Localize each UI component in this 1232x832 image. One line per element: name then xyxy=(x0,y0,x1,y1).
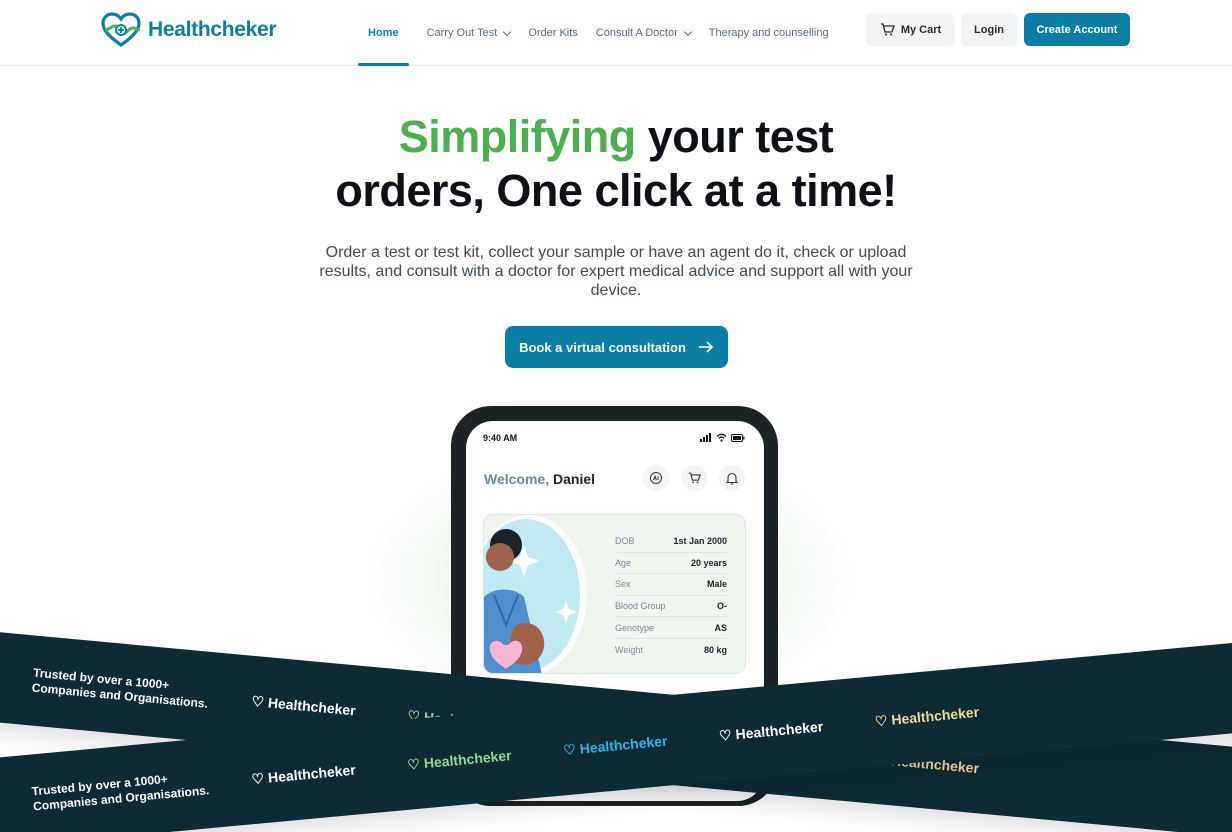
nav-carry-out-test-label: Carry Out Test xyxy=(426,27,498,39)
nav-order-kits-label: Order Kits xyxy=(528,27,578,39)
user-name: Daniel xyxy=(553,471,596,487)
hero-subtitle: Order a test or test kit, collect your s… xyxy=(319,244,913,299)
book-consultation-label: Book a virtual consultation xyxy=(519,339,686,355)
chevron-down-icon xyxy=(683,27,692,36)
welcome-prefix: Welcome, xyxy=(484,471,550,487)
profile-row-genotype: Genotype AS xyxy=(615,617,727,639)
heart-logo-icon: ♡ xyxy=(250,769,265,787)
partner-logo-name: Healthcheker xyxy=(734,718,824,743)
nav-home-label: Home xyxy=(368,27,399,39)
phone-cart-button[interactable] xyxy=(681,465,707,491)
trust-text: Trusted by over a 1000+ Companies and Or… xyxy=(0,655,208,711)
main-menu: Home Carry Out Test Order Kits Consult A… xyxy=(358,0,847,66)
avatar xyxy=(484,515,592,673)
nav-therapy-label: Therapy and counselling xyxy=(708,27,829,39)
hero-title-accent: Simplifying xyxy=(398,111,637,162)
profile-value: Male xyxy=(706,579,727,590)
heart-logo-icon: ♡ xyxy=(562,740,577,758)
hero-title-line1: your test xyxy=(647,111,834,162)
hero-title-line2: orders, One click at a time! xyxy=(335,165,897,216)
nav-order-kits[interactable]: Order Kits xyxy=(528,0,578,66)
heart-logo-icon: ♡ xyxy=(874,711,889,729)
login-button[interactable]: Login xyxy=(961,13,1017,46)
brand-logo[interactable]: Healthcheker xyxy=(100,12,277,48)
notifications-button[interactable] xyxy=(719,465,745,491)
profile-key: Age xyxy=(615,557,632,568)
profile-value: AS xyxy=(714,622,727,633)
create-account-button[interactable]: Create Account xyxy=(1024,13,1130,46)
profile-key: Blood Group xyxy=(615,601,666,612)
profile-row-age: Age 20 years xyxy=(615,553,727,575)
ai-chat-button[interactable] xyxy=(643,465,669,491)
partner-logo: ♡ Healthcheker xyxy=(874,703,980,730)
ai-chat-icon xyxy=(650,472,662,484)
profile-value: 20 years xyxy=(690,557,727,568)
heart-logo-icon xyxy=(101,12,141,47)
book-consultation-button[interactable]: Book a virtual consultation xyxy=(505,326,728,368)
landing-page: Healthcheker Home Carry Out Test Order K… xyxy=(0,0,1232,832)
my-cart-label: My Cart xyxy=(900,23,942,36)
heart-logo-icon: ♡ xyxy=(406,755,421,773)
brand-name: Healthcheker xyxy=(148,18,277,41)
nav-consult-doctor[interactable]: Consult A Doctor xyxy=(595,0,692,66)
trust-text: Trusted by over a 1000+ Companies and Or… xyxy=(0,772,210,825)
my-cart-button[interactable]: My Cart xyxy=(866,13,955,46)
profile-info-table: DOB 1st Jan 2000 Age 20 years Sex Male B… xyxy=(615,531,727,661)
welcome-text: Welcome, Daniel xyxy=(484,471,595,487)
profile-key: Weight xyxy=(615,644,643,655)
status-icons xyxy=(700,433,745,442)
partner-logo-name: Healthcheker xyxy=(267,694,357,719)
partner-logo: ♡ Healthcheker xyxy=(407,747,513,774)
partner-logo: ♡ Healthcheker xyxy=(251,761,357,788)
signal-icon xyxy=(700,433,711,442)
bell-icon xyxy=(726,472,738,485)
status-time: 9:40 AM xyxy=(483,433,518,443)
hero-title: Simplifying your test orders, One click … xyxy=(266,110,966,218)
nav-consult-doctor-label: Consult A Doctor xyxy=(595,27,678,39)
nav-therapy[interactable]: Therapy and counselling xyxy=(709,0,829,66)
nav-carry-out-test[interactable]: Carry Out Test xyxy=(426,0,512,66)
cart-icon xyxy=(880,23,895,36)
arrow-right-icon xyxy=(698,341,714,353)
battery-icon xyxy=(731,433,745,442)
profile-key: Genotype xyxy=(615,622,655,633)
nav-home[interactable]: Home xyxy=(358,0,409,66)
profile-key: Sex xyxy=(615,579,631,590)
cart-icon xyxy=(688,472,701,484)
partner-logo-name: Healthcheker xyxy=(578,732,669,757)
heart-logo-icon: ♡ xyxy=(718,726,733,744)
avatar-illustration xyxy=(484,515,587,673)
top-navbar: Healthcheker Home Carry Out Test Order K… xyxy=(0,0,1232,66)
profile-value: 80 kg xyxy=(703,644,727,655)
heart-logo-icon: ♡ xyxy=(250,692,265,710)
profile-row-sex: Sex Male xyxy=(615,574,727,596)
profile-value: 1st Jan 2000 xyxy=(673,536,727,547)
profile-row-dob: DOB 1st Jan 2000 xyxy=(615,531,727,553)
profile-row-blood-group: Blood Group O- xyxy=(615,596,727,618)
partner-logo: ♡ Healthcheker xyxy=(562,732,668,759)
partner-logo-name: Healthcheker xyxy=(423,747,513,772)
partner-logo: ♡ Healthcheker xyxy=(718,718,824,745)
chevron-down-icon xyxy=(503,27,512,36)
profile-card: DOB 1st Jan 2000 Age 20 years Sex Male B… xyxy=(483,514,746,674)
profile-key: DOB xyxy=(615,536,635,547)
partner-logo-name: Healthcheker xyxy=(267,761,357,786)
wifi-icon xyxy=(716,433,727,442)
profile-value: O- xyxy=(717,601,727,612)
partner-logo-name: Healthcheker xyxy=(890,703,980,728)
profile-row-weight: Weight 80 kg xyxy=(615,639,727,661)
partner-logo: ♡ Healthcheker xyxy=(251,692,357,719)
